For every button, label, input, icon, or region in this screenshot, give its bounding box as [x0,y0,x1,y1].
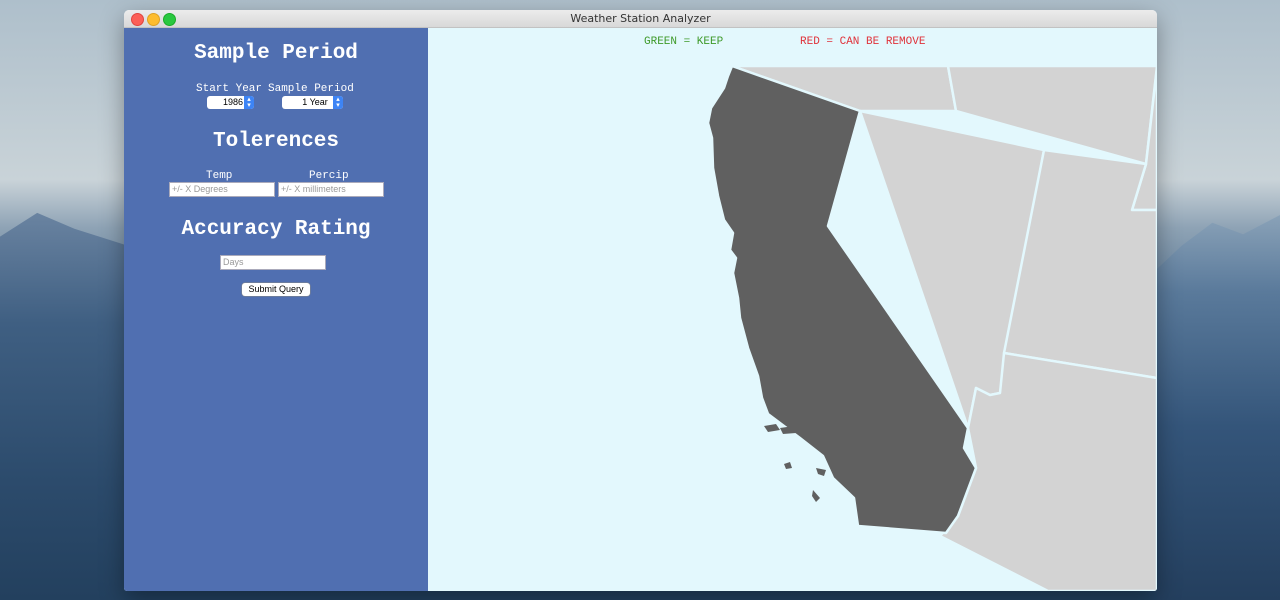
days-input[interactable]: Days [220,255,326,270]
island-channel-1 [764,424,780,432]
submit-query-button[interactable]: Submit Query [242,283,310,296]
sample-period-value: 1 Year [302,97,328,107]
temp-label: Temp [206,170,233,182]
title-bar[interactable]: Weather Station Analyzer [124,10,1157,28]
stepper-arrows-icon: ▴ ▾ [244,96,254,109]
sample-period-select[interactable]: 1 Year ▴ ▾ [282,96,343,109]
temp-tolerance-input[interactable]: +/- X Degrees [169,182,275,197]
desktop-mountain-left [0,212,124,600]
desktop-mountain-right [1157,215,1280,600]
map-panel: GREEN = KEEP RED = CAN BE REMOVE [428,28,1157,591]
start-year-select[interactable]: 1986 ▴ ▾ [207,96,254,109]
app-window: Weather Station Analyzer Sample Period S… [124,10,1157,591]
tolerences-heading: Tolerences [212,130,340,153]
sample-period-heading: Sample Period [194,42,358,65]
island-channel-4 [816,468,826,476]
percip-label: Percip [309,170,349,182]
accuracy-rating-heading: Accuracy Rating [181,218,371,241]
island-channel-3 [784,462,792,469]
stepper-arrows-icon: ▴ ▾ [333,96,343,109]
start-year-label: Start Year [196,83,263,95]
island-channel-5 [812,490,820,502]
island-channel-2 [780,426,796,434]
window-title: Weather Station Analyzer [570,12,711,25]
sample-period-label: Sample Period [268,83,354,95]
state-map [706,64,1157,591]
percip-tolerance-input[interactable]: +/- X millimeters [278,182,384,197]
sidebar: Sample Period Start Year Sample Period 1… [124,28,428,591]
start-year-value: 1986 [222,97,244,107]
